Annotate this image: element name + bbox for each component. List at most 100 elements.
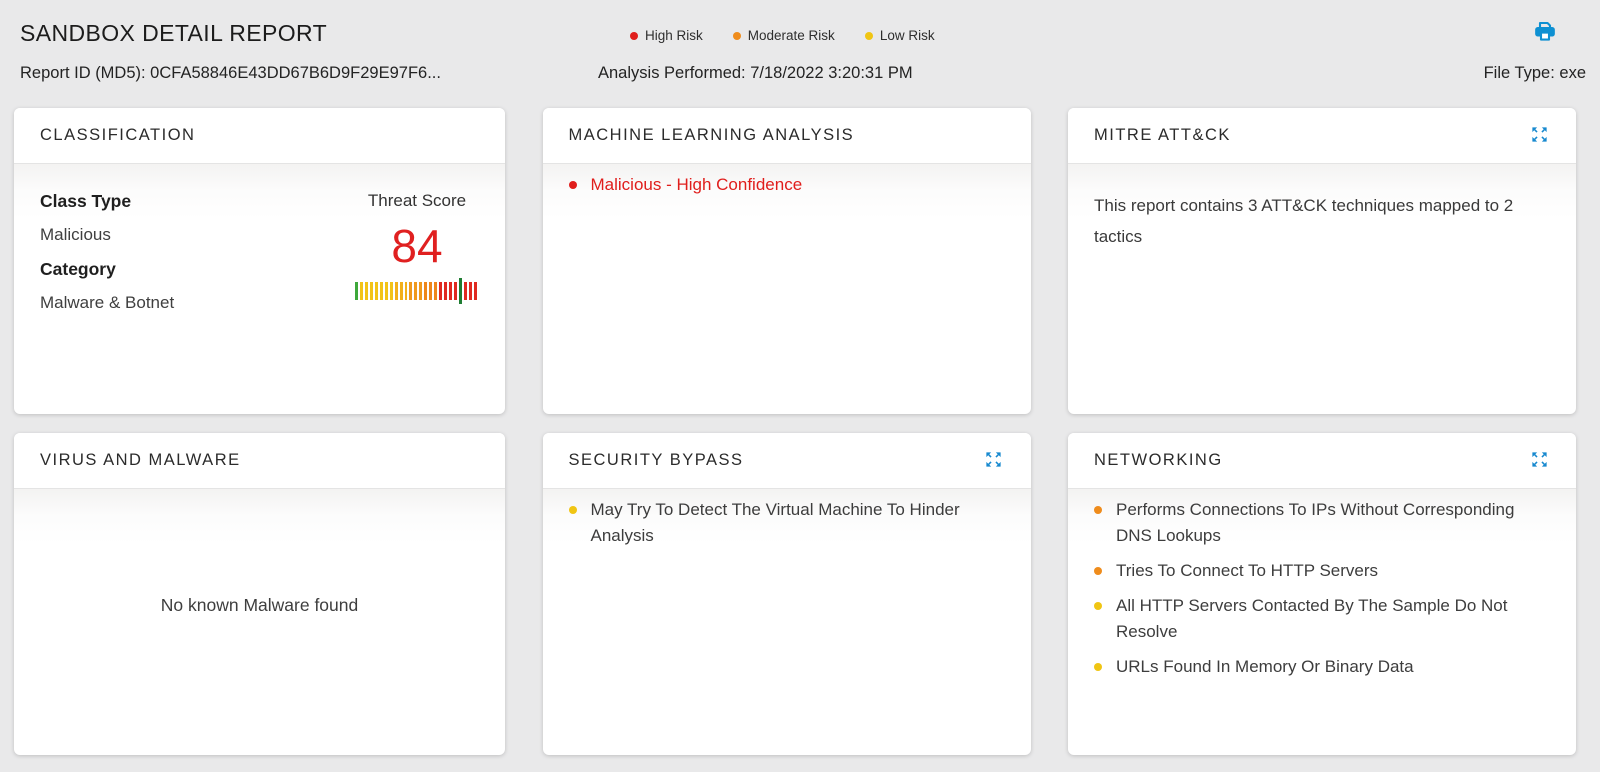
gauge-bar xyxy=(439,282,443,300)
report-header: SANDBOX DETAIL REPORT Report ID (MD5): 0… xyxy=(0,0,1600,108)
networking-card-title: NETWORKING xyxy=(1094,451,1223,469)
risk-dot-low xyxy=(568,506,577,514)
finding-text: May Try To Detect The Virtual Machine To… xyxy=(590,500,960,545)
printer-icon xyxy=(1533,21,1557,47)
classification-card: CLASSIFICATION Class Type Malicious Catego… xyxy=(14,108,505,414)
finding-item: May Try To Detect The Virtual Machine To… xyxy=(568,497,1005,549)
machine-learning-card-body: Malicious - High Confidence xyxy=(542,164,1031,414)
virus-malware-card: VIRUS AND MALWARE No known Malware found xyxy=(14,433,505,755)
finding-text: Performs Connections To IPs Without Corr… xyxy=(1116,500,1515,545)
gauge-bar xyxy=(429,282,433,300)
gauge-bar xyxy=(369,282,373,300)
mitre-summary-text: This report contains 3 ATT&CK techniques… xyxy=(1094,196,1514,246)
risk-dot-moderate xyxy=(1094,567,1102,575)
risk-legend: High Risk Moderate Risk Low Risk xyxy=(630,28,935,43)
gauge-bar xyxy=(364,282,368,300)
gauge-bar xyxy=(419,282,423,300)
legend-label: Moderate Risk xyxy=(747,28,835,43)
gauge-bar xyxy=(468,282,472,300)
security-bypass-expand-button[interactable] xyxy=(983,450,1005,472)
legend-item-high-risk: High Risk xyxy=(630,28,703,43)
mitre-expand-button[interactable] xyxy=(1528,125,1550,147)
legend-label: Low Risk xyxy=(879,28,935,43)
risk-dot-low xyxy=(1094,602,1102,610)
machine-learning-card: MACHINE LEARNING ANALYSIS Malicious - Hi… xyxy=(542,108,1031,414)
gauge-bar xyxy=(454,282,458,300)
threat-score-value: 84 xyxy=(391,220,443,272)
virus-malware-card-header: VIRUS AND MALWARE xyxy=(14,433,505,489)
networking-card: NETWORKING Performs Connections To IPs W… xyxy=(1068,433,1576,755)
classification-card-header: CLASSIFICATION xyxy=(14,108,505,164)
legend-dot-high-risk xyxy=(630,31,638,40)
mitre-attack-card-body: This report contains 3 ATT&CK techniques… xyxy=(1068,164,1576,414)
field-label: Class Type xyxy=(40,191,132,211)
finding-item: All HTTP Servers Contacted By The Sample… xyxy=(1094,593,1550,645)
mitre-attack-card-title: MITRE ATT&CK xyxy=(1094,126,1231,144)
gauge-bar xyxy=(359,282,363,300)
gauge-bar xyxy=(399,282,403,300)
gauge-bar xyxy=(473,282,477,300)
finding-text: All HTTP Servers Contacted By The Sample… xyxy=(1116,596,1508,641)
expand-icon xyxy=(1530,125,1549,147)
report-id: Report ID (MD5): 0CFA58846E43DD67B6D9F29… xyxy=(20,64,441,82)
file-type: File Type: exe xyxy=(1483,64,1586,82)
finding-item: Performs Connections To IPs Without Corr… xyxy=(1094,497,1550,549)
gauge-bar xyxy=(389,282,393,300)
expand-icon xyxy=(984,450,1003,472)
risk-dot-low xyxy=(1094,663,1102,671)
field-value: Malicious xyxy=(40,225,111,244)
finding-text: Tries To Connect To HTTP Servers xyxy=(1116,561,1379,580)
classification-card-title: CLASSIFICATION xyxy=(40,126,196,144)
gauge-bar xyxy=(355,282,358,300)
mitre-attack-card: MITRE ATT&CK This report contains 3 ATT&… xyxy=(1068,108,1576,414)
machine-learning-card-title: MACHINE LEARNING ANALYSIS xyxy=(568,126,855,144)
finding-item: URLs Found In Memory Or Binary Data xyxy=(1094,654,1550,680)
finding-text: Malicious - High Confidence xyxy=(590,175,803,194)
threat-score-block: Threat Score 84 xyxy=(355,184,479,396)
field-value: Malware & Botnet xyxy=(40,293,175,312)
virus-malware-card-title: VIRUS AND MALWARE xyxy=(40,451,241,469)
gauge-bar xyxy=(409,282,413,300)
legend-dot-low-risk xyxy=(864,31,873,40)
gauge-bar xyxy=(414,282,418,300)
gauge-bar xyxy=(394,282,398,300)
threat-score-label: Threat Score xyxy=(367,191,467,210)
threat-gauge xyxy=(355,278,479,304)
security-bypass-card-header: SECURITY BYPASS xyxy=(542,433,1031,489)
risk-dot-moderate xyxy=(1094,506,1102,514)
gauge-bar xyxy=(384,282,388,300)
security-bypass-card: SECURITY BYPASS May Try To Detect The Vi… xyxy=(542,433,1031,755)
gauge-bar xyxy=(379,282,383,300)
security-bypass-card-body: May Try To Detect The Virtual Machine To… xyxy=(542,489,1031,755)
print-button[interactable] xyxy=(1532,20,1558,46)
legend-label: High Risk xyxy=(645,28,703,43)
classification-card-body: Class Type Malicious Category Malware & Bot… xyxy=(14,164,505,414)
virus-malware-card-body: No known Malware found xyxy=(14,489,505,755)
finding-text: URLs Found In Memory Or Binary Data xyxy=(1116,657,1414,676)
gauge-bar xyxy=(449,282,453,300)
finding-item: Malicious - High Confidence xyxy=(568,172,1005,198)
legend-dot-moderate-risk xyxy=(732,31,741,40)
networking-card-header: NETWORKING xyxy=(1068,433,1576,489)
mitre-attack-card-header: MITRE ATT&CK xyxy=(1068,108,1576,164)
legend-item-low-risk: Low Risk xyxy=(864,28,935,43)
gauge-bar xyxy=(374,282,378,300)
gauge-bar xyxy=(424,282,428,300)
gauge-marker xyxy=(459,278,462,304)
legend-item-moderate-risk: Moderate Risk xyxy=(732,28,835,43)
networking-expand-button[interactable] xyxy=(1528,450,1550,472)
security-bypass-card-title: SECURITY BYPASS xyxy=(568,451,744,469)
expand-icon xyxy=(1530,450,1549,472)
gauge-bar xyxy=(404,282,408,300)
risk-dot-high xyxy=(568,181,577,189)
dashboard-grid: CLASSIFICATION Class Type Malicious Catego… xyxy=(14,108,1576,755)
classification-fields: Class Type Malicious Category Malware & Bot… xyxy=(40,184,174,396)
networking-card-body: Performs Connections To IPs Without Corr… xyxy=(1068,489,1576,755)
gauge-bar xyxy=(444,282,448,300)
gauge-bar xyxy=(463,282,467,300)
finding-item: Tries To Connect To HTTP Servers xyxy=(1094,558,1550,584)
machine-learning-card-header: MACHINE LEARNING ANALYSIS xyxy=(542,108,1031,164)
field-label: Category xyxy=(40,259,116,279)
gauge-bar xyxy=(434,282,438,300)
page-title: SANDBOX DETAIL REPORT xyxy=(20,20,328,46)
